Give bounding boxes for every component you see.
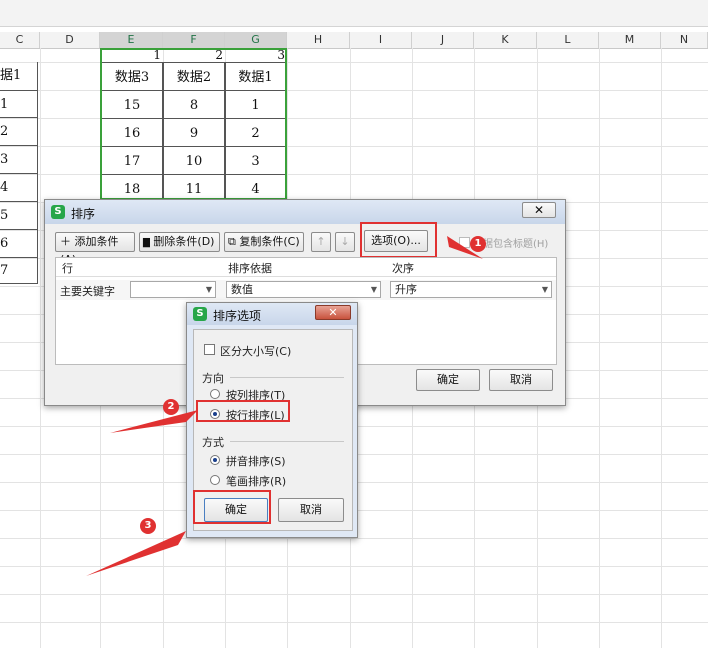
arrow-2	[110, 410, 198, 433]
badge-3: 3	[140, 518, 156, 534]
arrow-3	[86, 531, 186, 576]
badge-2: 2	[163, 399, 179, 415]
annotation-arrows	[86, 236, 483, 576]
badge-1: 1	[470, 236, 486, 252]
